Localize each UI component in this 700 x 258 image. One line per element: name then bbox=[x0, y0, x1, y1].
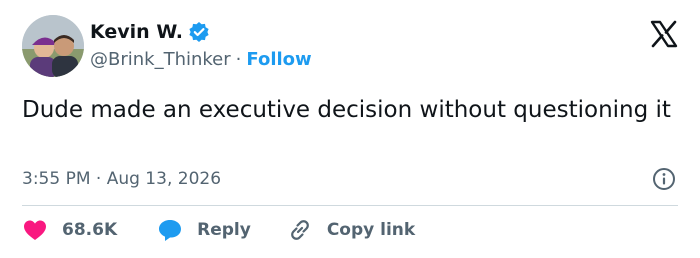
like-button[interactable]: 68.6K bbox=[22, 217, 157, 243]
copy-link-label: Copy link bbox=[326, 220, 416, 240]
author-display-name[interactable]: Kevin W. bbox=[90, 20, 183, 44]
author-name-row: Kevin W. bbox=[90, 20, 210, 44]
avatar[interactable] bbox=[22, 15, 84, 77]
separator: · bbox=[235, 49, 242, 70]
link-icon bbox=[290, 220, 309, 240]
action-bar: 68.6K Reply Copy link bbox=[22, 216, 415, 244]
tweet-timestamp[interactable]: 3:55 PM · Aug 13, 2026 bbox=[22, 167, 221, 191]
author-handle-row: @Brink_Thinker · Follow bbox=[90, 48, 312, 72]
copy-link-button[interactable]: Copy link bbox=[287, 217, 415, 243]
follow-button[interactable]: Follow bbox=[246, 48, 311, 72]
avatar-image bbox=[22, 15, 84, 77]
verified-badge-icon bbox=[188, 21, 210, 43]
reply-bubble-icon bbox=[159, 220, 182, 241]
tweet-text: Dude made an executive decision without … bbox=[22, 97, 671, 123]
heart-icon bbox=[24, 220, 46, 240]
reply-label: Reply bbox=[197, 220, 251, 240]
x-logo-icon[interactable] bbox=[650, 20, 678, 48]
likes-count: 68.6K bbox=[62, 220, 118, 240]
reply-button[interactable]: Reply bbox=[157, 217, 287, 243]
divider bbox=[22, 205, 678, 206]
author-handle[interactable]: @Brink_Thinker bbox=[90, 48, 231, 72]
info-icon[interactable] bbox=[652, 167, 676, 191]
